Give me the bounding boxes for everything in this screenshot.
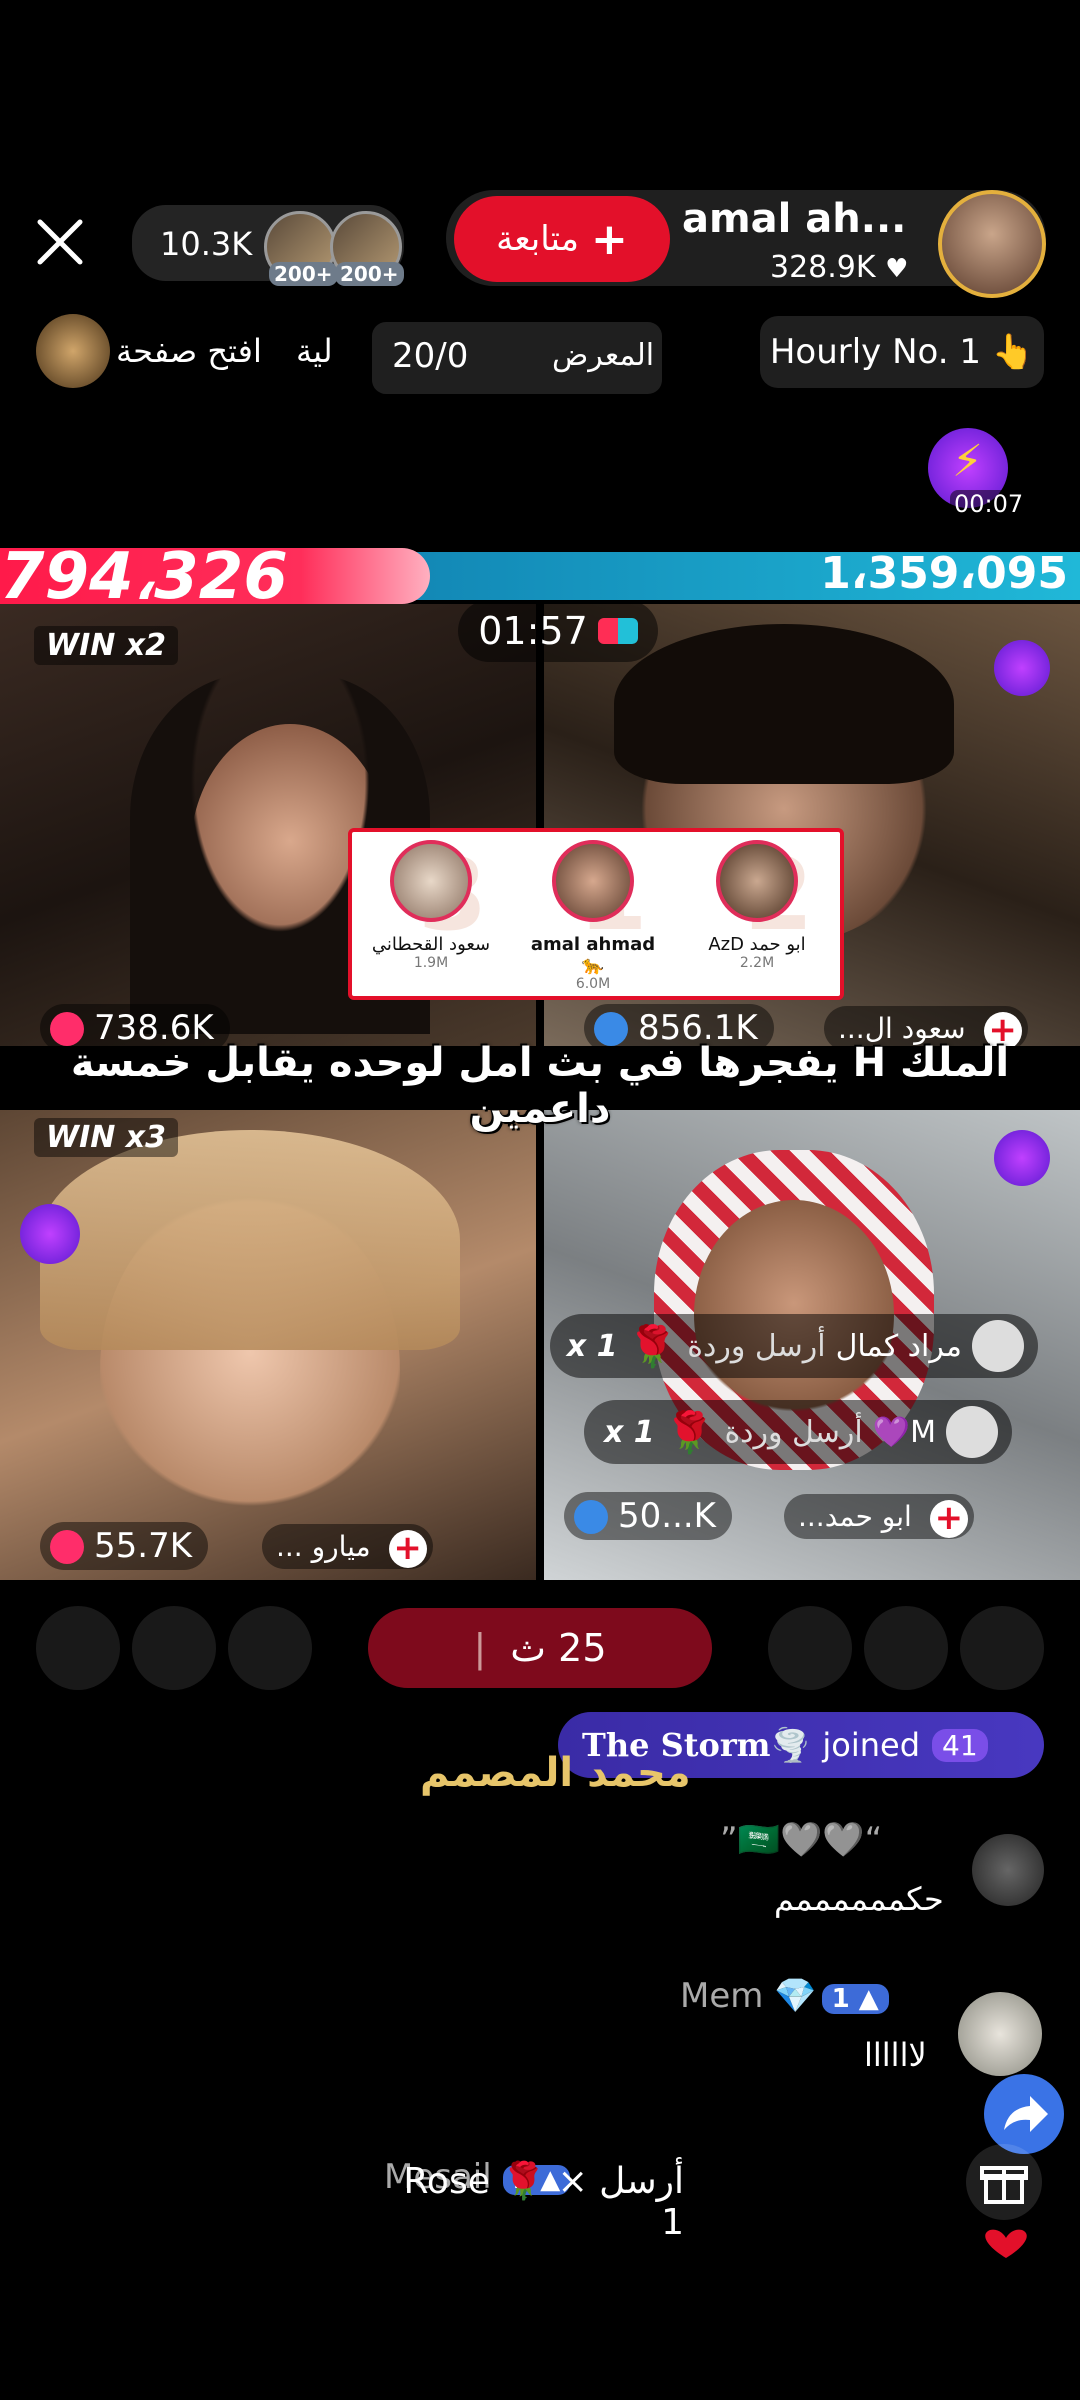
heart-icon: ♥ <box>885 254 909 284</box>
gift-icon[interactable] <box>966 2144 1042 2220</box>
chat-header: Mem 💎 1 ▲ <box>680 1976 889 2016</box>
video-tile-4[interactable]: مراد كمال أرسل وردة 🌹 1 x M💜 أرسل وردة 🌹… <box>544 1110 1080 1580</box>
host-likes-count: 328.9K <box>770 250 876 285</box>
battle-score-left: 794،326 <box>0 540 288 614</box>
top-fan-avatar <box>768 1606 852 1690</box>
boost-time: 00:07 <box>950 490 1028 518</box>
participant-name: ميارو ... <box>276 1530 371 1563</box>
battle-icon <box>597 618 638 644</box>
gallery-pill[interactable]: 20/0 المعرض <box>372 322 662 394</box>
viewer-badge: 200+ <box>269 262 338 286</box>
gifter-name: ابو حمد AzD <box>708 934 806 955</box>
gifter-avatar <box>390 840 472 922</box>
divider: | <box>473 1626 487 1670</box>
chat-message: لاااااا <box>864 2036 927 2074</box>
level-badge: 41 <box>932 1728 988 1762</box>
follow-button[interactable]: متابعة + <box>454 196 670 282</box>
score-icon <box>574 1500 608 1534</box>
gift-count: 1 x <box>566 1328 618 1364</box>
gift-count: 1 x <box>603 1414 655 1450</box>
battle-timer-value: 01:57 <box>478 609 588 653</box>
chat-message: أرسل Rose 🌹 × 1 <box>403 2161 684 2243</box>
share-icon[interactable] <box>984 2074 1064 2154</box>
top-viewer-avatar[interactable]: 200+ <box>330 211 404 286</box>
participant-name-pill[interactable]: ميارو ... + <box>262 1524 433 1569</box>
top-fan-avatar <box>960 1606 1044 1690</box>
add-icon[interactable]: + <box>388 1530 427 1568</box>
gallery-count: 20/0 <box>392 336 469 376</box>
chat-avatar[interactable] <box>958 1992 1042 2076</box>
gifter-avatar <box>552 840 634 922</box>
gifter-value: 1.9M <box>413 955 449 971</box>
battle-score-right: 1،359،095 <box>820 548 1068 599</box>
plus-icon: + <box>591 213 628 265</box>
gifter-value: 2.2M <box>739 955 775 971</box>
top-fan-avatar <box>228 1606 312 1690</box>
gifter-avatar <box>716 840 798 922</box>
gallery-label: المعرض <box>552 338 655 373</box>
add-icon[interactable]: + <box>929 1500 968 1538</box>
gift-action: أرسل وردة <box>687 1328 826 1364</box>
host-avatar[interactable] <box>938 190 1046 298</box>
heart-icon <box>985 2229 1027 2258</box>
ranking-item[interactable]: ابو حمد AzD 2.2M <box>682 840 832 971</box>
sender-avatar <box>946 1406 998 1458</box>
video-caption: الملك H يفجرها في بث امل لوحده يقابل خمس… <box>70 1040 1010 1132</box>
video-tile-3[interactable]: WIN x3 55.7K ميارو ... + <box>0 1110 536 1580</box>
chat-message: حكممممممم <box>774 1880 944 1918</box>
tile-score-value: 50...K <box>618 1496 716 1536</box>
gift-message: مراد كمال أرسل وردة 🌹 1 x <box>550 1314 1038 1378</box>
chat-username[interactable]: ”🇸🇦🩶🩶“ <box>720 1820 882 1860</box>
joined-text: joined <box>822 1726 921 1764</box>
boost-icon[interactable] <box>20 1204 80 1264</box>
open-page-suffix: لية <box>296 332 333 370</box>
top-viewer-avatar[interactable]: 200+ <box>264 211 338 286</box>
follow-label: متابعة <box>496 219 580 259</box>
ranking-item[interactable]: سعود القحطاني 1.9M <box>356 840 506 971</box>
tile-score-value: 55.7K <box>94 1526 192 1566</box>
rose-icon: 🌹 <box>627 1323 678 1370</box>
gifter-name: amal ahmad 🐆 <box>530 934 656 976</box>
participant-name: ابو حمد... <box>798 1500 912 1533</box>
open-page-text: افتح صفحة <box>116 332 262 370</box>
viewer-badge: 200+ <box>335 262 404 286</box>
gifter-name: سعود القحطاني <box>371 934 491 955</box>
win-streak: WIN x2 <box>34 626 179 665</box>
top-fan-avatar <box>36 1606 120 1690</box>
countdown-pill: | 25 ث <box>368 1608 712 1688</box>
score-icon <box>50 1530 84 1564</box>
countdown-value: 25 ث <box>510 1626 607 1670</box>
gift-sender: مراد كمال <box>835 1328 962 1364</box>
chat-avatar[interactable] <box>972 1834 1044 1906</box>
viewer-count-pill[interactable]: 10.3K 200+ 200+ <box>132 205 404 286</box>
top-fan-avatar <box>864 1606 948 1690</box>
level-value: 1 <box>831 1984 850 2014</box>
close-icon[interactable] <box>30 212 90 272</box>
battle-timer: 01:57 <box>458 600 658 662</box>
boost-icon[interactable] <box>994 640 1050 696</box>
ranking-item[interactable]: amal ahmad 🐆 6.0M <box>518 840 668 992</box>
host-likes: 328.9K ♥ <box>770 250 908 285</box>
chat-username[interactable]: Mem 💎 <box>680 1976 817 2016</box>
viewer-count: 10.3K <box>160 225 253 263</box>
boost-icon[interactable] <box>994 1130 1050 1186</box>
open-page-banner[interactable]: افتح صفحة لية <box>36 314 342 392</box>
participant-name-pill[interactable]: ابو حمد... + <box>784 1494 974 1539</box>
top-gifters-card[interactable]: 3 1 2 سعود القحطاني 1.9M amal ahmad 🐆 6.… <box>348 828 844 1000</box>
gift-message: M💜 أرسل وردة 🌹 1 x <box>584 1400 1012 1464</box>
hourly-rank-badge[interactable]: Hourly No. 1 👆 <box>760 316 1044 388</box>
tile-score: 55.7K <box>40 1522 208 1570</box>
lion-icon <box>36 314 110 388</box>
boost-timer[interactable]: ⚡ 00:07 <box>924 428 1028 524</box>
sender-avatar <box>972 1320 1024 1372</box>
host-name: amal ah... <box>682 196 907 242</box>
gift-sender: M💜 <box>872 1414 936 1450</box>
gifter-value: 6.0M <box>575 976 611 992</box>
tile-score: 50...K <box>564 1492 732 1540</box>
watermark: محمد المصمم <box>420 1750 691 1796</box>
rose-icon: 🌹 <box>664 1409 715 1456</box>
level-badge: 1 ▲ <box>821 1984 889 2014</box>
gift-action: أرسل وردة <box>724 1414 863 1450</box>
top-fan-avatar <box>132 1606 216 1690</box>
